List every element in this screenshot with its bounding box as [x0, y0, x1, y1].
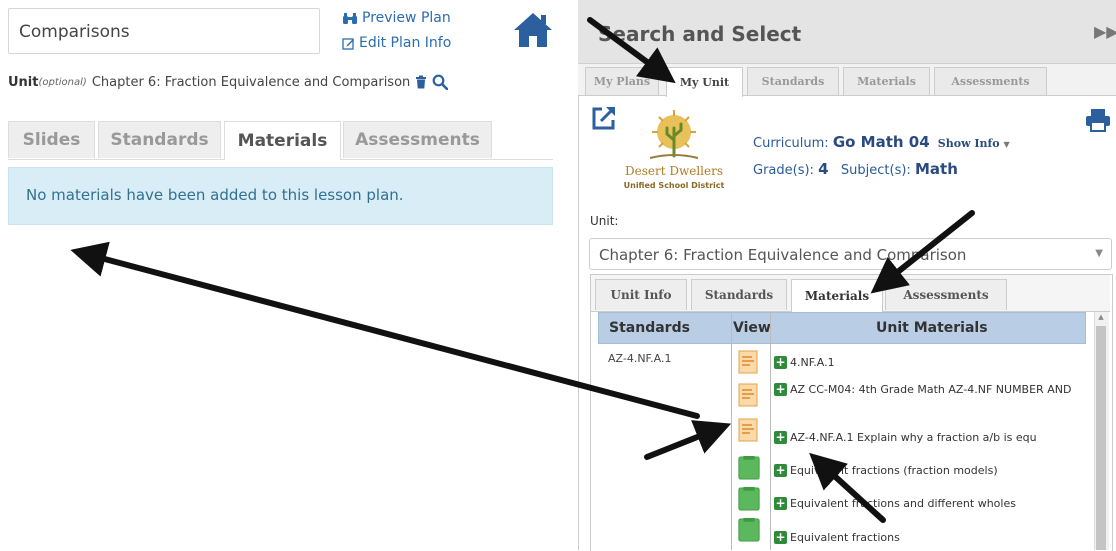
unit-select[interactable]: Chapter 6: Fraction Equivalence and Comp… [589, 238, 1112, 270]
subject-label: Subject(s): [840, 163, 911, 178]
lesson-plan-tabs: Slides Standards Materials Assessments [8, 121, 553, 160]
add-icon[interactable]: + [774, 383, 787, 396]
add-icon[interactable]: + [774, 531, 787, 544]
tab-unit-assessments[interactable]: Assessments [885, 279, 1007, 310]
binoculars-icon [343, 12, 357, 24]
material-title: AZ CC-M04: 4th Grade Math AZ-4.NF NUMBER… [790, 383, 1072, 396]
tab-unit-materials[interactable]: Materials [791, 279, 883, 312]
unit-select-value: Chapter 6: Fraction Equivalence and Comp… [599, 246, 967, 264]
material-row: + Equivalent fractions (fraction models) [774, 462, 1084, 479]
material-row: + 4.NF.A.1 [774, 354, 1084, 371]
header-unit-materials: Unit Materials [876, 320, 988, 336]
add-icon[interactable]: + [774, 431, 787, 444]
curriculum-value: Go Math 04 [832, 133, 930, 151]
materials-table-header: Standards View Unit Materials [598, 312, 1086, 344]
subject-value: Math [914, 160, 958, 178]
standard-cell: AZ-4.NF.A.1 [608, 352, 672, 365]
material-row: + AZ CC-M04: 4th Grade Math AZ-4.NF NUMB… [774, 381, 1084, 398]
unit-optional-label: (optional) [38, 76, 87, 88]
trash-icon[interactable] [415, 75, 427, 89]
tab-standards-search[interactable]: Standards [747, 67, 839, 95]
unit-label: Unit [8, 74, 39, 90]
tab-assessments[interactable]: Assessments [343, 121, 492, 158]
no-materials-alert: No materials have been added to this les… [8, 167, 553, 225]
resource-icon[interactable] [737, 456, 761, 480]
document-icon[interactable] [738, 418, 758, 442]
material-row: + Equivalent fractions [774, 529, 1084, 546]
edit-plan-info-label: Edit Plan Info [359, 35, 452, 51]
add-icon[interactable]: + [774, 497, 787, 510]
search-select-title: Search and Select [598, 22, 802, 46]
logo-name: Desert Dwellers [624, 164, 724, 178]
tab-materials[interactable]: Materials [224, 121, 341, 160]
header-standards: Standards [609, 320, 690, 336]
material-title: Equivalent fractions and different whole… [790, 497, 1016, 510]
grade-value: 4 [818, 160, 829, 178]
plan-title-input[interactable]: Comparisons [8, 8, 320, 54]
tab-unit-standards[interactable]: Standards [691, 279, 787, 310]
curriculum-label: Curriculum: [753, 136, 829, 151]
unit-inner-tabs: Unit Info Standards Materials Assessment… [591, 275, 1110, 312]
unit-select-label: Unit: [590, 214, 619, 228]
preview-plan-link[interactable]: Preview Plan [342, 10, 451, 26]
scroll-up-arrow[interactable]: ▲ [1096, 313, 1106, 323]
document-icon[interactable] [738, 350, 758, 374]
search-icon[interactable] [432, 74, 449, 90]
material-row: + Equivalent fractions and different who… [774, 495, 1084, 512]
document-icon[interactable] [738, 383, 758, 407]
logo-subtitle: Unified School District [623, 181, 725, 190]
material-title: Equivalent fractions (fraction models) [790, 464, 998, 477]
tab-assessments-search[interactable]: Assessments [934, 67, 1047, 95]
home-icon[interactable] [512, 10, 554, 50]
edit-icon [342, 37, 354, 50]
tab-my-unit[interactable]: My Unit [666, 67, 743, 97]
material-title: 4.NF.A.1 [790, 356, 835, 369]
tab-slides[interactable]: Slides [8, 121, 95, 158]
unit-line: Unit (optional) Chapter 6: Fraction Equi… [8, 74, 449, 90]
grade-subject-line: Grade(s): 4 Subject(s): Math [753, 160, 958, 178]
material-row: + AZ-4.NF.A.1 Explain why a fraction a/b… [774, 429, 1084, 446]
column-divider [731, 312, 732, 550]
chevron-down-icon: ▼ [1095, 248, 1103, 259]
collapse-panel-icon[interactable]: ▶▶ [1094, 22, 1116, 41]
preview-plan-label: Preview Plan [362, 10, 451, 26]
material-title: AZ-4.NF.A.1 Explain why a fraction a/b i… [790, 431, 1037, 444]
add-icon[interactable]: + [774, 464, 787, 477]
tab-my-plans[interactable]: My Plans [585, 67, 659, 95]
scroll-thumb[interactable] [1096, 326, 1106, 550]
show-info-toggle[interactable]: Show Info ▼ [938, 137, 1010, 150]
search-tabs: My Plans My Unit Standards Materials Ass… [578, 64, 1116, 97]
tab-materials-search[interactable]: Materials [843, 67, 930, 95]
add-icon[interactable]: + [774, 356, 787, 369]
resource-icon[interactable] [737, 518, 761, 542]
print-icon[interactable] [1085, 108, 1111, 132]
grade-label: Grade(s): [753, 163, 814, 178]
resource-icon[interactable] [737, 487, 761, 511]
curriculum-line: Curriculum: Go Math 04 Show Info ▼ [753, 133, 1010, 151]
tab-unit-info[interactable]: Unit Info [595, 279, 687, 310]
column-divider [770, 312, 771, 550]
header-view: View [733, 320, 771, 336]
edit-plan-info-link[interactable]: Edit Plan Info [342, 35, 451, 51]
material-title: Equivalent fractions [790, 531, 900, 544]
tab-standards[interactable]: Standards [98, 121, 221, 158]
unit-value: Chapter 6: Fraction Equivalence and Comp… [91, 74, 411, 90]
